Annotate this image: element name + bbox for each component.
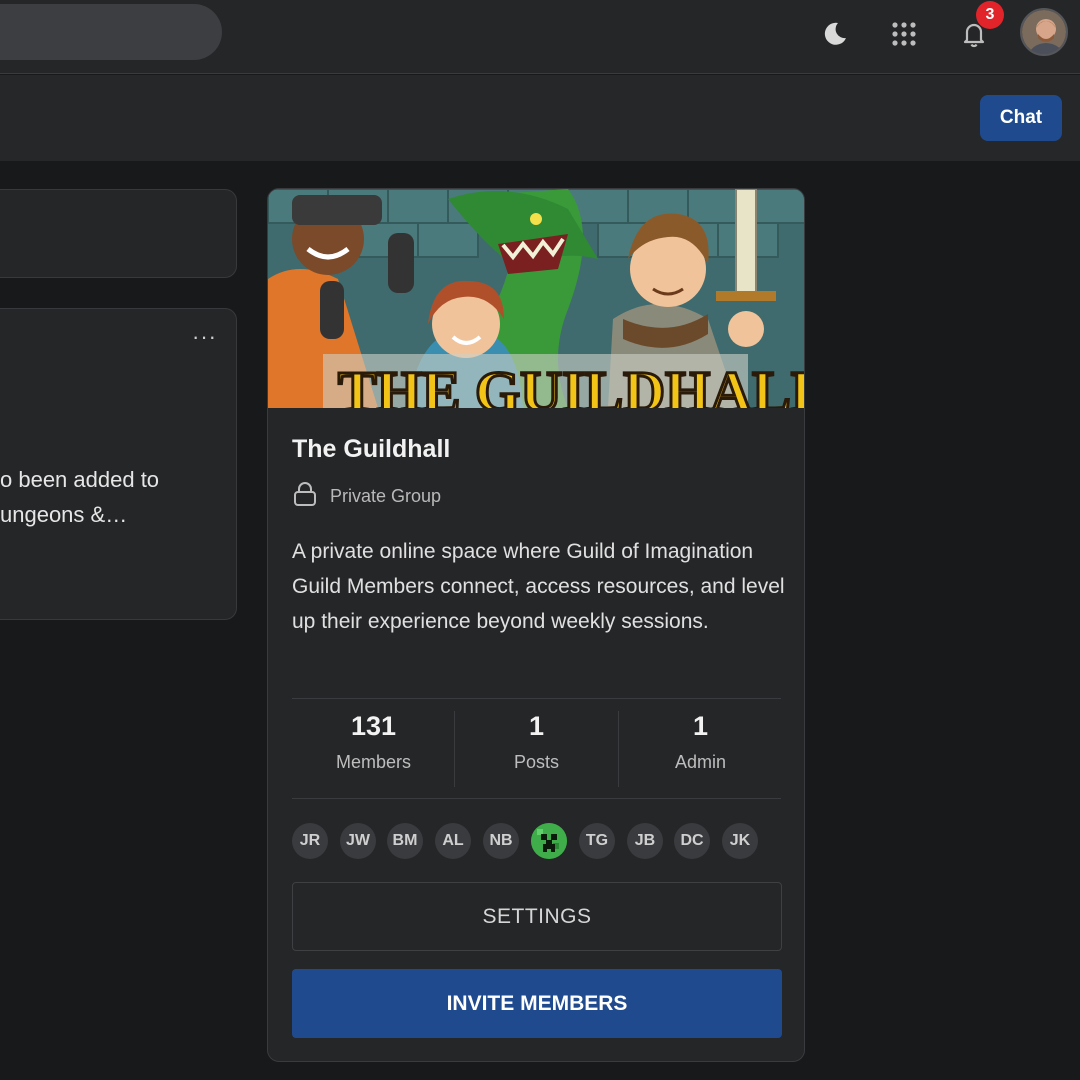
member-avatar[interactable]: TG [579,823,615,859]
member-avatar[interactable]: JB [627,823,663,859]
banner-title: THE GUILDHALL [338,359,805,408]
stat-admin[interactable]: 1 Admin [619,711,782,773]
user-avatar[interactable] [1020,8,1068,56]
member-avatar[interactable]: NB [483,823,519,859]
apps-grid-icon[interactable] [884,14,924,54]
member-avatar-creeper[interactable] [531,823,567,859]
privacy-label: Private Group [330,486,442,506]
group-title: The Guildhall [292,435,451,463]
stat-value: 1 [692,711,709,741]
post-text: o been added to ungeons &… [0,462,236,532]
stat-label: Posts [513,752,560,772]
divider [292,698,781,699]
member-avatar[interactable]: JK [722,823,758,859]
member-avatar[interactable]: BM [387,823,423,859]
stat-value: 1 [528,711,545,741]
stat-label: Admin [674,752,727,772]
member-avatar[interactable]: JR [292,823,328,859]
moon-icon[interactable] [814,14,854,54]
post-text-line: ungeons &… [0,502,128,527]
create-post-card[interactable] [0,189,237,278]
group-sub-header [0,75,1080,161]
lock-icon [292,481,318,512]
privacy-indicator: Private Group [292,481,441,512]
chat-button[interactable]: Chat [980,95,1062,141]
invite-members-button[interactable]: INVITE MEMBERS [292,969,782,1038]
post-text-line: o been added to [0,467,160,492]
group-description: A private online space where Guild of Im… [292,540,785,633]
stat-members[interactable]: 131 Members [292,711,455,773]
group-card: THE GUILDHALL The Guildhall Private Grou… [267,188,805,1062]
settings-button[interactable]: SETTINGS [292,882,782,951]
stat-posts[interactable]: 1 Posts [455,711,618,773]
stat-value: 131 [350,711,397,741]
notification-badge: 3 [976,1,1004,29]
more-options-icon[interactable]: ··· [192,326,218,352]
group-banner: THE GUILDHALL [268,189,805,426]
stat-label: Members [335,752,411,772]
member-avatar[interactable]: DC [674,823,710,859]
divider [292,798,781,799]
top-bar: 3 [0,0,1080,74]
member-avatar[interactable]: AL [435,823,471,859]
member-avatar[interactable]: JW [340,823,376,859]
search-bar[interactable] [0,4,222,60]
